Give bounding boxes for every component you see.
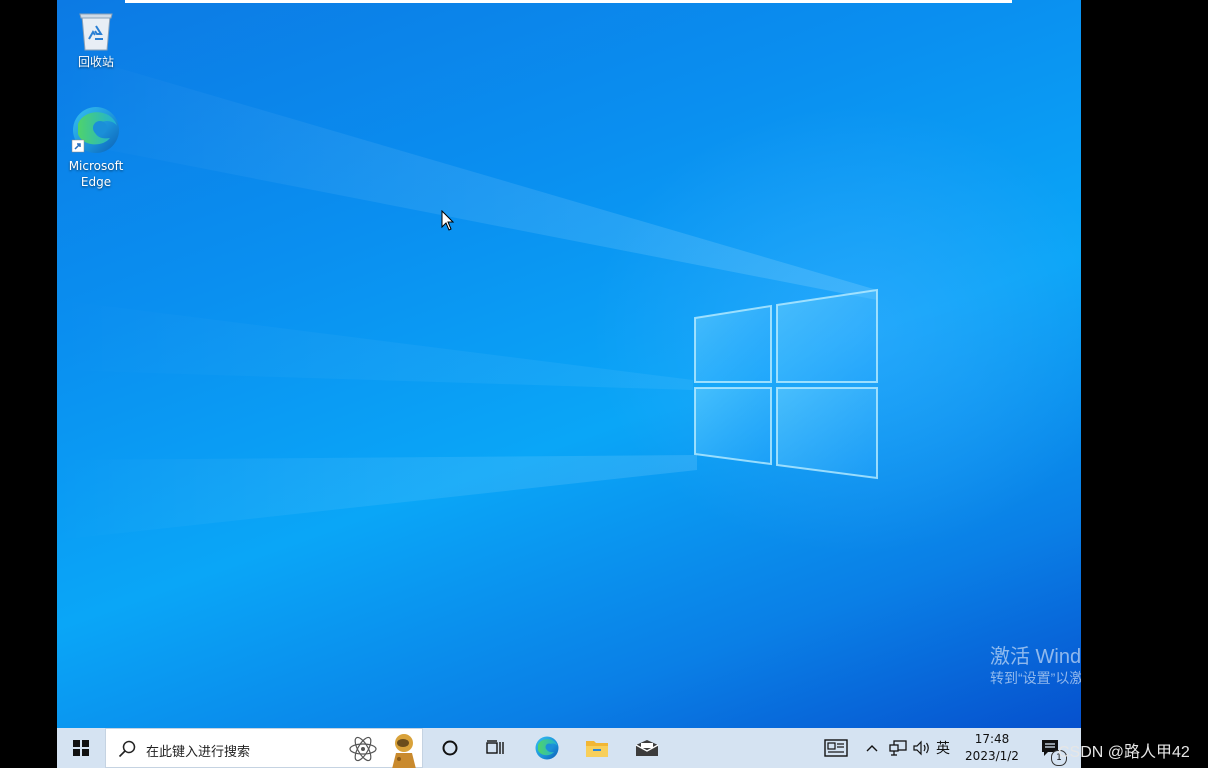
desktop[interactable]: 回收站 Microsoft Edge 激活 Wind 转到“设置”以激 在此键入…: [57, 0, 1081, 768]
folder-icon: [586, 741, 608, 757]
csdn-watermark: CSDN @路人甲42: [1058, 744, 1190, 761]
activation-subtitle: 转到“设置”以激活 Windows。: [990, 670, 1081, 686]
atom-icon: [349, 736, 377, 762]
windows-logo-wallpaper: [694, 288, 878, 480]
speaker-icon: [913, 740, 929, 756]
network-icon: [889, 740, 907, 756]
desktop-icon-microsoft-edge[interactable]: Microsoft Edge: [57, 104, 136, 190]
windows-start-icon: [73, 740, 89, 756]
clock-date: 2023/1/2: [965, 749, 1019, 763]
edge-icon: [71, 107, 119, 153]
recycle-bin-label: 回收站: [77, 55, 114, 69]
taskbar-mail-button[interactable]: [631, 728, 663, 768]
search-highlight-character-icon: [392, 734, 416, 768]
activation-title: 激活 Windows: [990, 646, 1081, 668]
network-button[interactable]: [887, 728, 909, 768]
taskbar-clock[interactable]: 17:48 2023/1/2: [953, 728, 1031, 768]
taskbar: 在此键入进行搜索 英 17:48 2023/1/2 1: [57, 728, 1081, 768]
taskbar-search-box[interactable]: 在此键入进行搜索: [105, 728, 423, 768]
edge-icon: [535, 736, 559, 760]
task-view-button[interactable]: [481, 728, 511, 768]
top-edge-bar: [125, 0, 1012, 3]
taskbar-file-explorer-button[interactable]: [581, 728, 613, 768]
clock-time: 17:48: [974, 732, 1010, 746]
mail-icon: [635, 740, 659, 756]
chevron-up-icon: [866, 745, 878, 752]
recycle-bin-icon: [79, 13, 113, 51]
show-hidden-icons-button[interactable]: [865, 728, 879, 768]
search-placeholder: 在此键入进行搜索: [146, 745, 251, 760]
cortana-circle-icon: [442, 740, 458, 756]
edge-label-line1: Microsoft: [68, 159, 124, 173]
cortana-button[interactable]: [435, 728, 465, 768]
wallpaper-light-beams: [57, 50, 877, 540]
news-and-interests-button[interactable]: [821, 728, 851, 768]
search-icon: [118, 740, 136, 758]
mouse-pointer-icon: [441, 210, 455, 231]
edge-label-line2: Edge: [80, 175, 112, 189]
start-button[interactable]: [57, 728, 105, 768]
taskbar-edge-button[interactable]: [531, 728, 563, 768]
news-icon: [824, 739, 848, 757]
task-view-icon: [486, 740, 504, 754]
input-language-indicator[interactable]: 英: [933, 728, 953, 768]
desktop-icon-recycle-bin[interactable]: 回收站: [57, 8, 136, 70]
volume-button[interactable]: [911, 728, 933, 768]
